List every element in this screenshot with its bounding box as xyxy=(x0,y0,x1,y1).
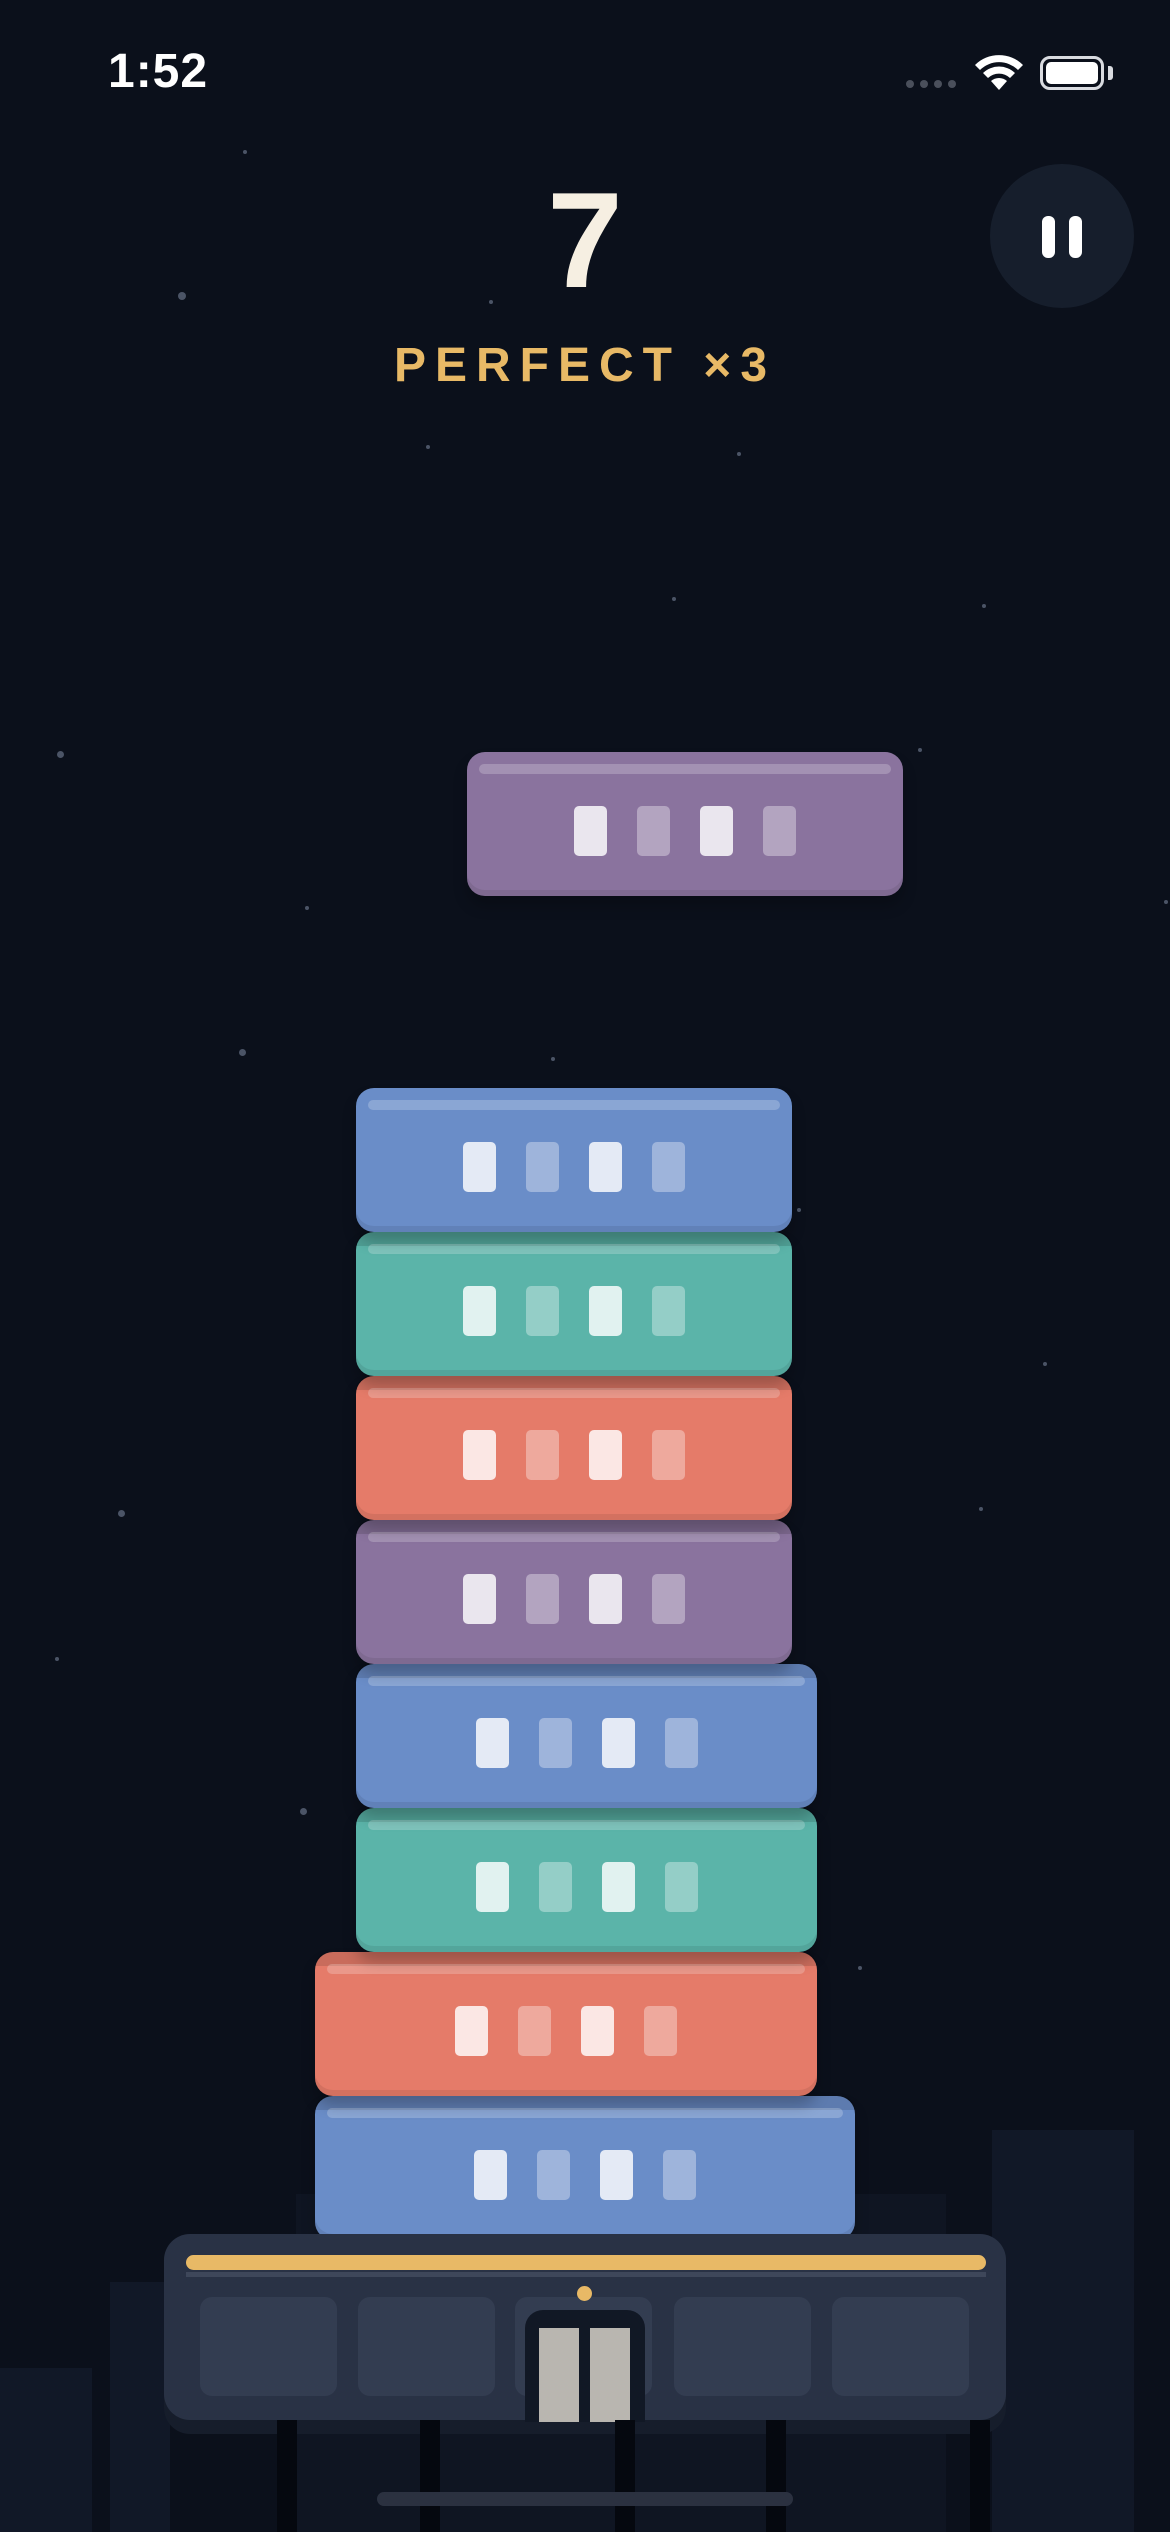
combo-label: PERFECT ×3 xyxy=(393,339,777,392)
tower-floor xyxy=(356,1088,792,1232)
entrance-light xyxy=(577,2286,592,2301)
base-window xyxy=(674,2297,811,2396)
status-time: 1:52 xyxy=(108,45,209,98)
tower-floor xyxy=(356,1376,792,1520)
tower-floor xyxy=(356,1520,792,1664)
battery-cap xyxy=(1108,66,1113,80)
swinging-block[interactable] xyxy=(467,752,903,896)
pause-icon xyxy=(1042,216,1055,258)
tower-floor xyxy=(356,1808,817,1952)
cellular-signal-icon xyxy=(906,80,956,88)
base-accent-strip xyxy=(186,2255,986,2270)
tower-floor xyxy=(356,1232,792,1376)
tower-floor xyxy=(315,2096,855,2240)
home-indicator[interactable] xyxy=(377,2492,793,2506)
entrance-door xyxy=(539,2328,579,2422)
base-window xyxy=(200,2297,337,2396)
tower-floor xyxy=(315,1952,817,2096)
base-window xyxy=(358,2297,495,2396)
tower-floor xyxy=(356,1664,817,1808)
base-window xyxy=(832,2297,969,2396)
wifi-icon xyxy=(975,55,1023,90)
battery-icon xyxy=(1040,56,1104,90)
entrance-door xyxy=(590,2328,630,2422)
pause-button[interactable] xyxy=(990,164,1134,308)
